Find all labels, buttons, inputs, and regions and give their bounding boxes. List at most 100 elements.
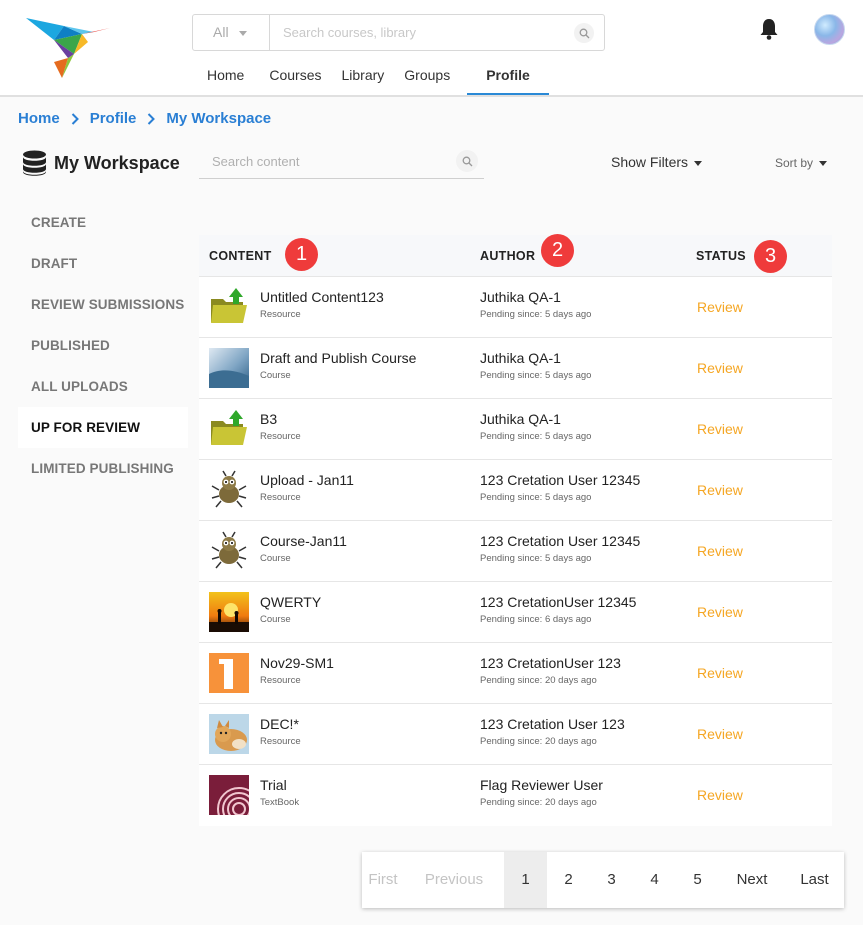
content-type: Resource: [260, 309, 301, 320]
content-search: [199, 145, 484, 179]
pending-since: Pending since: 5 days ago: [480, 370, 592, 381]
author-name: Juthika QA-1: [480, 289, 561, 305]
column-header-author: AUTHOR: [480, 249, 536, 263]
content-title[interactable]: B3: [260, 411, 277, 427]
content-search-input[interactable]: [199, 145, 449, 177]
nav-groups[interactable]: Groups: [394, 56, 460, 95]
content-type: Resource: [260, 431, 301, 442]
review-status-link[interactable]: Review: [697, 421, 743, 437]
table-row[interactable]: B3 Resource Juthika QA-1 Pending since: 5 d…: [199, 399, 832, 460]
logo-hummingbird-icon[interactable]: [24, 14, 114, 82]
chevron-down-icon: [694, 160, 703, 166]
nav-profile[interactable]: Profile: [467, 56, 549, 95]
breadcrumb-home[interactable]: Home: [18, 110, 60, 127]
bell-icon[interactable]: [759, 17, 779, 41]
search-scope-label: All: [213, 24, 229, 40]
pagination-page-5[interactable]: 5: [676, 852, 719, 908]
table-row[interactable]: Upload - Jan11 Resource 123 Cretation User…: [199, 460, 832, 521]
content-table: CONTENT 1 AUTHOR 2 STATUS 3 Untitled Con…: [199, 234, 832, 831]
review-status-link[interactable]: Review: [697, 787, 743, 803]
content-thumbnail[interactable]: [209, 287, 249, 327]
author-name: 123 Cretation User 123: [480, 716, 625, 732]
sort-by-dropdown[interactable]: Sort by: [775, 156, 828, 170]
review-status-link[interactable]: Review: [697, 665, 743, 681]
pagination-page-2[interactable]: 2: [547, 852, 590, 908]
sidebar-item-create[interactable]: CREATE: [18, 202, 188, 243]
pagination-last[interactable]: Last: [785, 852, 844, 908]
pending-since: Pending since: 20 days ago: [480, 797, 597, 808]
annotation-badge-2: 2: [541, 234, 574, 267]
table-row[interactable]: DEC!* Resource 123 Cretation User 123 Pendi…: [199, 704, 832, 765]
column-header-status: STATUS: [696, 249, 746, 263]
table-row[interactable]: Nov29-SM1 Resource 123 CretationUser 123 Pe…: [199, 643, 832, 704]
sidebar-item-published[interactable]: PUBLISHED: [18, 325, 188, 366]
content-type: Resource: [260, 736, 301, 747]
table-row[interactable]: Draft and Publish Course Course Juthika QA…: [199, 338, 832, 399]
nav-home[interactable]: Home: [192, 56, 259, 95]
global-search-input[interactable]: [283, 15, 563, 50]
content-title[interactable]: QWERTY: [260, 594, 321, 610]
sidebar-item-draft[interactable]: DRAFT: [18, 243, 188, 284]
pending-since: Pending since: 5 days ago: [480, 431, 592, 442]
sidebar-item-up-for-review[interactable]: UP FOR REVIEW: [18, 407, 188, 448]
content-thumbnail[interactable]: [209, 531, 249, 571]
page-title-text: My Workspace: [54, 153, 180, 173]
pending-since: Pending since: 20 days ago: [480, 736, 597, 747]
chevron-right-icon: [71, 112, 79, 125]
pagination-previous[interactable]: Previous: [404, 852, 504, 908]
pagination-first[interactable]: First: [362, 852, 404, 908]
chevron-down-icon: [238, 30, 247, 36]
table-row[interactable]: QWERTY Course 123 CretationUser 12345 Pendi…: [199, 582, 832, 643]
search-icon[interactable]: [574, 23, 594, 43]
pagination-page-3[interactable]: 3: [590, 852, 633, 908]
content-thumbnail[interactable]: [209, 653, 249, 693]
author-name: Flag Reviewer User: [480, 777, 603, 793]
content-title[interactable]: DEC!*: [260, 716, 299, 732]
search-scope-dropdown[interactable]: All: [193, 15, 270, 50]
content-thumbnail[interactable]: [209, 409, 249, 449]
table-row[interactable]: Trial TextBook Flag Reviewer User Pending s…: [199, 765, 832, 831]
content-type: Resource: [260, 492, 301, 503]
review-status-link[interactable]: Review: [697, 543, 743, 559]
sort-by-label: Sort by: [775, 156, 814, 170]
avatar[interactable]: [814, 14, 845, 45]
content-title[interactable]: Upload - Jan11: [260, 472, 354, 488]
pagination-page-1[interactable]: 1: [504, 852, 547, 908]
content-thumbnail[interactable]: [209, 470, 249, 510]
content-thumbnail[interactable]: [209, 714, 249, 754]
author-name: 123 CretationUser 123: [480, 655, 621, 671]
content-type: TextBook: [260, 797, 300, 808]
content-thumbnail[interactable]: [209, 592, 249, 632]
content-thumbnail[interactable]: [209, 775, 261, 831]
sidebar-item-limited-publishing[interactable]: LIMITED PUBLISHING: [18, 448, 188, 489]
column-header-content: CONTENT: [209, 249, 272, 263]
table-row[interactable]: Course-Jan11 Course 123 Cretation User 123…: [199, 521, 832, 582]
show-filters-button[interactable]: Show Filters: [611, 154, 703, 170]
review-status-link[interactable]: Review: [697, 482, 743, 498]
content-type: Course: [260, 370, 291, 381]
review-status-link[interactable]: Review: [697, 604, 743, 620]
content-title[interactable]: Untitled Content123: [260, 289, 384, 305]
breadcrumb-my-workspace[interactable]: My Workspace: [166, 110, 271, 127]
sidebar-item-review-submissions[interactable]: REVIEW SUBMISSIONS: [18, 284, 188, 325]
breadcrumb: Home Profile My Workspace: [18, 110, 271, 127]
nav-courses[interactable]: Courses: [259, 56, 331, 95]
content-thumbnail[interactable]: [209, 348, 249, 388]
author-name: 123 Cretation User 12345: [480, 472, 641, 488]
search-icon[interactable]: [456, 150, 478, 172]
review-status-link[interactable]: Review: [697, 726, 743, 742]
breadcrumb-profile[interactable]: Profile: [90, 110, 137, 127]
content-title[interactable]: Trial: [260, 777, 287, 793]
content-title[interactable]: Course-Jan11: [260, 533, 347, 549]
main-nav: Home Courses Library Groups Profile: [192, 56, 549, 97]
content-type: Resource: [260, 675, 301, 686]
review-status-link[interactable]: Review: [697, 360, 743, 376]
content-title[interactable]: Nov29-SM1: [260, 655, 334, 671]
content-title[interactable]: Draft and Publish Course: [260, 350, 416, 366]
nav-library[interactable]: Library: [332, 56, 395, 95]
pagination-page-4[interactable]: 4: [633, 852, 676, 908]
table-row[interactable]: Untitled Content123 Resource Juthika QA-1 P…: [199, 277, 832, 338]
sidebar-item-all-uploads[interactable]: ALL UPLOADS: [18, 366, 188, 407]
pagination-next[interactable]: Next: [719, 852, 785, 908]
review-status-link[interactable]: Review: [697, 299, 743, 315]
